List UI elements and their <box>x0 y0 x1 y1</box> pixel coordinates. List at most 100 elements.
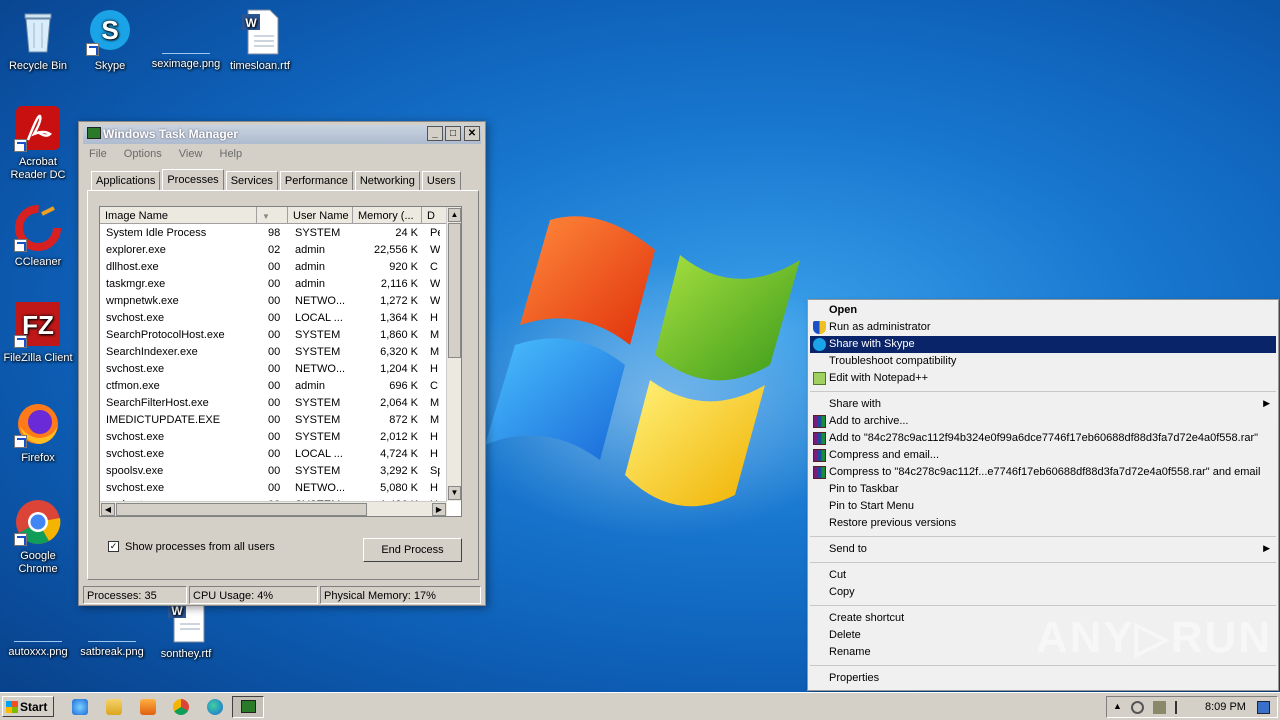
menu-item-pin-to-taskbar[interactable]: Pin to Taskbar <box>810 481 1276 498</box>
table-row[interactable]: spoolsv.exe 00 SYSTEM 3,292 K Sp <box>100 462 450 479</box>
cell-cpu: 00 <box>268 448 281 460</box>
table-row[interactable]: SearchProtocolHost.exe 00 SYSTEM 1,860 K M <box>100 326 450 343</box>
start-button[interactable]: Start <box>2 696 54 717</box>
table-row[interactable]: dllhost.exe 00 admin 920 K C <box>100 258 450 275</box>
cell-memory: 6,320 K <box>380 346 418 358</box>
process-list[interactable]: Image Name ▼ User Name Memory (... D Sys… <box>99 206 462 517</box>
cell-user-name: SYSTEM <box>295 414 341 426</box>
chrome-taskbar-icon[interactable] <box>173 699 189 715</box>
menu-item-share-with[interactable]: Share with ▶ <box>810 396 1276 413</box>
menu-item-troubleshoot-compatibility[interactable]: Troubleshoot compatibility <box>810 353 1276 370</box>
cell-user-name: NETWO... <box>295 295 346 307</box>
menu-item-properties[interactable]: Properties <box>810 670 1276 687</box>
tray-expand-icon[interactable]: ▲ <box>1111 701 1124 714</box>
column-memory[interactable]: Memory (... <box>353 207 422 224</box>
table-row[interactable]: System Idle Process 98 SYSTEM 24 K Pe <box>100 224 450 241</box>
table-row[interactable]: explorer.exe 02 admin 22,556 K W <box>100 241 450 258</box>
table-row[interactable]: svchost.exe 00 NETWO... 1,204 K H <box>100 360 450 377</box>
title-bar[interactable]: Windows Task Manager _ □ ✕ <box>83 125 481 144</box>
menu-item-edit-with-notepad[interactable]: Edit with Notepad++ <box>810 370 1276 387</box>
minimize-button[interactable]: _ <box>427 126 443 141</box>
scroll-right-icon[interactable]: ▶ <box>432 503 446 516</box>
desktop-icon-label: sonthey.rtf <box>160 648 212 660</box>
tab-applications[interactable]: Applications <box>91 171 161 190</box>
scroll-up-icon[interactable]: ▲ <box>448 208 461 222</box>
desktop-icon-autoxxx[interactable]: autoxxx.png <box>0 596 76 659</box>
desktop-icon-skype[interactable]: S Skype <box>72 8 148 73</box>
horizontal-scrollbar[interactable]: ◀ ▶ <box>100 501 447 516</box>
close-button[interactable]: ✕ <box>464 126 480 141</box>
table-row[interactable]: SearchFilterHost.exe 00 SYSTEM 2,064 K M <box>100 394 450 411</box>
table-row[interactable]: svchost.exe 00 NETWO... 5,080 K H <box>100 479 450 496</box>
menu-item-share-with-skype[interactable]: Share with Skype <box>810 336 1276 353</box>
windows-flag-icon <box>6 701 18 713</box>
checkbox-box[interactable]: ✓ <box>108 541 119 552</box>
desktop-icon-filezilla[interactable]: FZ FileZilla Client <box>0 300 76 365</box>
scroll-thumb[interactable] <box>448 223 461 358</box>
desktop-icon-recycle-bin[interactable]: Recycle Bin <box>0 8 76 73</box>
menu-file[interactable]: File <box>89 148 107 160</box>
shortcut-arrow-icon <box>86 43 99 56</box>
table-row[interactable]: ctfmon.exe 00 admin 696 K C <box>100 377 450 394</box>
menu-item-add-to-84c278c9ac112f94b324e0f99a6dce774[interactable]: Add to "84c278c9ac112f94b324e0f99a6dce77… <box>810 430 1276 447</box>
menu-item-label: Pin to Taskbar <box>829 483 899 495</box>
internet-explorer-icon[interactable] <box>72 699 88 715</box>
desktop-icon-seximage[interactable]: seximage.png <box>148 8 224 71</box>
menu-item-add-to-archive[interactable]: Add to archive... <box>810 413 1276 430</box>
menu-item-cut[interactable]: Cut <box>810 567 1276 584</box>
table-row[interactable]: svchost.exe 00 LOCAL ... 4,724 K H <box>100 445 450 462</box>
table-row[interactable]: taskmgr.exe 00 admin 2,116 K W <box>100 275 450 292</box>
menu-item-run-as-administrator[interactable]: Run as administrator <box>810 319 1276 336</box>
edge-icon[interactable] <box>207 699 223 715</box>
menu-item-compress-to-84c278c9ac112f-e7746f17eb606[interactable]: Compress to "84c278c9ac112f...e7746f17eb… <box>810 464 1276 481</box>
desktop-icon-firefox[interactable]: Firefox <box>0 400 76 465</box>
menu-item-pin-to-start-menu[interactable]: Pin to Start Menu <box>810 498 1276 515</box>
desktop-icon-label: satbreak.png <box>80 646 144 658</box>
status-memory: Physical Memory: 17% <box>320 586 481 604</box>
action-center-flag-icon[interactable] <box>1175 701 1188 714</box>
taskbar-task-manager-button[interactable] <box>232 696 264 718</box>
desktop-icon-ccleaner[interactable]: CCleaner <box>0 204 76 269</box>
tab-users[interactable]: Users <box>421 171 461 190</box>
table-row[interactable]: svchost.exe 00 LOCAL ... 1,364 K H <box>100 309 450 326</box>
hscroll-thumb[interactable] <box>116 503 367 516</box>
column-sort-arrow[interactable]: ▼ <box>257 207 288 224</box>
tab-performance[interactable]: Performance <box>279 171 353 190</box>
show-desktop-icon[interactable] <box>1257 701 1270 714</box>
tab-services[interactable]: Services <box>225 171 278 190</box>
network-icon[interactable] <box>1153 701 1166 714</box>
desktop-icon-timesloan[interactable]: W timesloan.rtf <box>222 8 298 73</box>
clock[interactable]: 8:09 PM <box>1205 701 1246 713</box>
volume-icon[interactable] <box>1131 701 1144 714</box>
word-document-icon: W <box>236 8 284 56</box>
table-row[interactable]: SearchIndexer.exe 00 SYSTEM 6,320 K M <box>100 343 450 360</box>
menu-item-restore-previous-versions[interactable]: Restore previous versions <box>810 515 1276 532</box>
table-row[interactable]: svchost.exe 00 SYSTEM 2,012 K H <box>100 428 450 445</box>
column-user-name[interactable]: User Name <box>288 207 353 224</box>
table-row[interactable]: IMEDICTUPDATE.EXE 00 SYSTEM 872 K M <box>100 411 450 428</box>
cell-user-name: NETWO... <box>295 482 346 494</box>
tab-networking[interactable]: Networking <box>354 171 420 190</box>
menu-item-compress-and-email[interactable]: Compress and email... <box>810 447 1276 464</box>
desktop-icon-acrobat[interactable]: Acrobat Reader DC <box>0 104 76 182</box>
end-process-button[interactable]: End Process <box>363 538 462 562</box>
cell-image-name: SearchFilterHost.exe <box>106 397 209 409</box>
menu-item-send-to[interactable]: Send to ▶ <box>810 541 1276 558</box>
desktop-icon-chrome[interactable]: Google Chrome <box>0 498 76 576</box>
cell-description: W <box>430 278 440 290</box>
scroll-left-icon[interactable]: ◀ <box>101 503 115 516</box>
vertical-scrollbar[interactable]: ▲ ▼ <box>446 207 461 501</box>
menu-help[interactable]: Help <box>220 148 243 160</box>
menu-options[interactable]: Options <box>124 148 162 160</box>
menu-item-copy[interactable]: Copy <box>810 584 1276 601</box>
cell-image-name: svchost.exe <box>106 448 165 460</box>
file-explorer-icon[interactable] <box>106 699 122 715</box>
menu-item-open[interactable]: Open <box>810 302 1276 319</box>
column-image-name[interactable]: Image Name <box>100 207 257 224</box>
media-player-icon[interactable] <box>140 699 156 715</box>
table-row[interactable]: wmpnetwk.exe 00 NETWO... 1,272 K W <box>100 292 450 309</box>
maximize-button[interactable]: □ <box>445 126 461 141</box>
tab-processes[interactable]: Processes <box>162 169 224 190</box>
scroll-down-icon[interactable]: ▼ <box>448 486 461 500</box>
menu-view[interactable]: View <box>179 148 203 160</box>
